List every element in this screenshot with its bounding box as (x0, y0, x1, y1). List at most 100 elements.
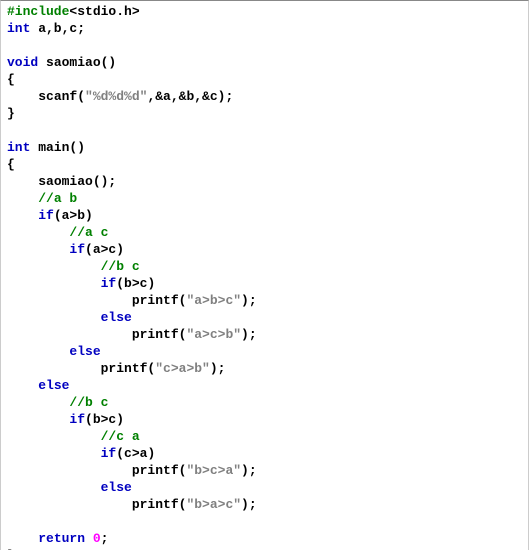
indent (7, 378, 38, 393)
token-kw: void (7, 55, 38, 70)
token-txt: main() (30, 140, 85, 155)
indent (7, 429, 101, 444)
token-cmt: //a b (38, 191, 77, 206)
code-line: else (7, 309, 528, 326)
indent (7, 191, 38, 206)
code-line (7, 37, 528, 54)
token-kw: else (69, 344, 100, 359)
token-str: "a>c>b" (186, 327, 241, 342)
indent (7, 412, 69, 427)
code-line: return 0; (7, 530, 528, 547)
code-line: //c a (7, 428, 528, 445)
code-line: if(a>b) (7, 207, 528, 224)
token-kw: if (38, 208, 54, 223)
indent (7, 361, 101, 376)
token-kw: if (69, 242, 85, 257)
token-txt: scanf( (38, 89, 85, 104)
code-line: printf("b>a>c"); (7, 496, 528, 513)
token-txt: ); (210, 361, 226, 376)
token-txt: ,&a,&b,&c); (147, 89, 233, 104)
token-kw: else (38, 378, 69, 393)
code-line: } (7, 105, 528, 122)
token-kw: if (69, 412, 85, 427)
token-txt: (b>c) (116, 276, 155, 291)
token-txt: saomiao() (38, 55, 116, 70)
token-kw: return (38, 531, 85, 546)
token-txt: ); (241, 293, 257, 308)
indent (7, 225, 69, 240)
token-txt: <stdio.h> (69, 4, 139, 19)
code-line: printf("a>c>b"); (7, 326, 528, 343)
token-kw: int (7, 21, 30, 36)
indent (7, 208, 38, 223)
code-line: printf("c>a>b"); (7, 360, 528, 377)
code-line: printf("a>b>c"); (7, 292, 528, 309)
token-str: "b>a>c" (186, 497, 241, 512)
code-line: else (7, 343, 528, 360)
code-line: if(b>c) (7, 275, 528, 292)
token-txt: (a>c) (85, 242, 124, 257)
indent (7, 293, 132, 308)
indent (7, 242, 69, 257)
token-cmt: //c a (101, 429, 140, 444)
token-txt (7, 123, 15, 138)
token-txt: ); (241, 327, 257, 342)
token-str: "b>c>a" (186, 463, 241, 478)
code-line: printf("b>c>a"); (7, 462, 528, 479)
token-txt: saomiao(); (38, 174, 116, 189)
token-cmt: //a c (69, 225, 108, 240)
token-cmt: //b c (101, 259, 140, 274)
token-txt: (c>a) (116, 446, 155, 461)
code-line: //b c (7, 394, 528, 411)
token-kw: if (101, 446, 117, 461)
code-line: { (7, 156, 528, 173)
code-editor: #include<stdio.h>int a,b,c; void saomiao… (0, 0, 529, 550)
code-line: if(b>c) (7, 411, 528, 428)
indent (7, 497, 132, 512)
token-cmt: //b c (69, 395, 108, 410)
indent (7, 174, 38, 189)
token-txt: a,b,c; (30, 21, 85, 36)
indent (7, 89, 38, 104)
token-txt: } (7, 106, 15, 121)
token-kw: else (101, 310, 132, 325)
token-str: "%d%d%d" (85, 89, 147, 104)
indent (7, 327, 132, 342)
token-str: "a>b>c" (186, 293, 241, 308)
code-line: { (7, 71, 528, 88)
indent (7, 344, 69, 359)
indent (7, 446, 101, 461)
token-str: "c>a>b" (155, 361, 210, 376)
token-txt: (b>c) (85, 412, 124, 427)
token-txt: printf( (132, 327, 187, 342)
token-txt: ); (241, 463, 257, 478)
token-txt (7, 514, 15, 529)
indent (7, 480, 101, 495)
token-txt: printf( (132, 497, 187, 512)
code-line: //a b (7, 190, 528, 207)
code-line: //a c (7, 224, 528, 241)
code-line: if(c>a) (7, 445, 528, 462)
indent (7, 395, 69, 410)
code-line: void saomiao() (7, 54, 528, 71)
indent (7, 531, 38, 546)
code-line: if(a>c) (7, 241, 528, 258)
code-line: //b c (7, 258, 528, 275)
token-pp: #include (7, 4, 69, 19)
token-txt: { (7, 157, 15, 172)
indent (7, 276, 101, 291)
token-txt (7, 38, 15, 53)
indent (7, 310, 101, 325)
token-txt: printf( (132, 463, 187, 478)
code-line (7, 513, 528, 530)
indent (7, 259, 101, 274)
indent (7, 463, 132, 478)
code-line (7, 122, 528, 139)
code-line: else (7, 479, 528, 496)
code-line: int a,b,c; (7, 20, 528, 37)
token-txt (85, 531, 93, 546)
token-txt: { (7, 72, 15, 87)
code-line: scanf("%d%d%d",&a,&b,&c); (7, 88, 528, 105)
token-kw: if (101, 276, 117, 291)
code-line: int main() (7, 139, 528, 156)
